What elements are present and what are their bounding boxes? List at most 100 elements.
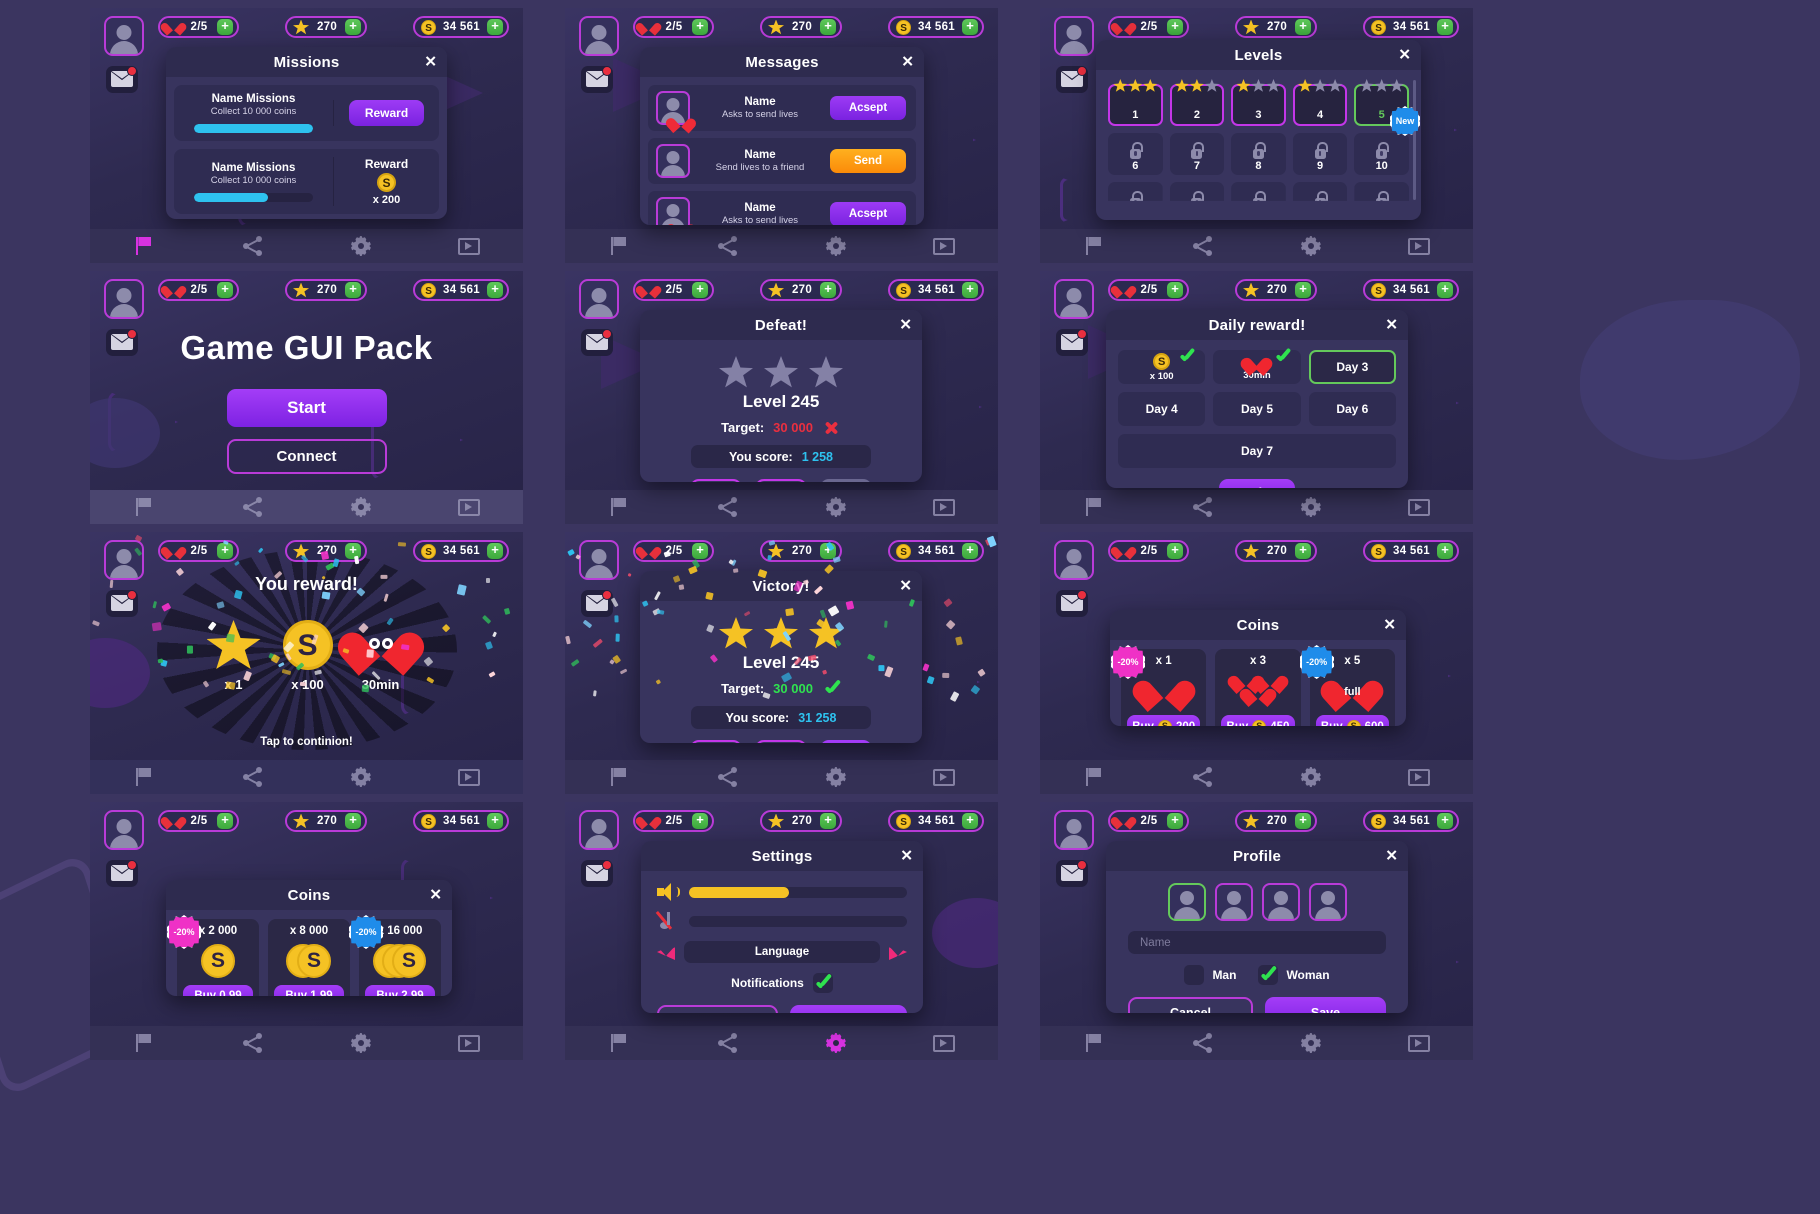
- level-cell-13[interactable]: 13: [1231, 182, 1286, 201]
- mail-icon[interactable]: [106, 329, 138, 356]
- buy-button[interactable]: Buy 1,99: [274, 985, 344, 996]
- stars-chip[interactable]: 270 +: [1235, 16, 1318, 38]
- nav-gear-icon[interactable]: [1301, 497, 1321, 517]
- save-button[interactable]: Save: [1265, 997, 1386, 1013]
- mail-icon[interactable]: [106, 590, 138, 617]
- nav-gear-icon[interactable]: [351, 767, 371, 787]
- lives-chip[interactable]: 2/5 +: [158, 810, 239, 832]
- avatar-option[interactable]: [1214, 883, 1253, 921]
- close-icon[interactable]: ✕: [900, 849, 913, 864]
- stars-add-button[interactable]: +: [345, 19, 362, 35]
- nav-video-icon[interactable]: [932, 237, 955, 255]
- nav-video-icon[interactable]: [1407, 498, 1430, 516]
- nav-video-icon[interactable]: [457, 768, 480, 786]
- mail-icon[interactable]: [1056, 590, 1088, 617]
- mail-icon[interactable]: [1056, 860, 1088, 887]
- nav-flag-icon[interactable]: [1083, 236, 1105, 256]
- lives-add-button[interactable]: +: [217, 543, 233, 559]
- mail-icon[interactable]: [581, 860, 613, 887]
- close-icon[interactable]: ✕: [901, 55, 914, 70]
- level-cell-3[interactable]: 3: [1231, 79, 1286, 126]
- coins-add-button[interactable]: +: [1437, 282, 1454, 298]
- nav-gear-icon[interactable]: [351, 1033, 371, 1053]
- coins-add-button[interactable]: +: [487, 282, 504, 298]
- nav-gear-icon[interactable]: [826, 497, 846, 517]
- shop-card[interactable]: -20% x 16 000 S Buy 2,99: [349, 915, 441, 996]
- coins-add-button[interactable]: +: [962, 543, 979, 559]
- cancel-button[interactable]: Cancel: [657, 1005, 778, 1013]
- nav-gear-icon[interactable]: [1301, 1033, 1321, 1053]
- restart-button[interactable]: [755, 740, 807, 743]
- stars-add-button[interactable]: +: [1295, 813, 1312, 829]
- lives-add-button[interactable]: +: [1167, 543, 1183, 559]
- gender-woman-option[interactable]: Woman: [1258, 965, 1330, 985]
- coins-chip[interactable]: S 34 561 +: [413, 16, 510, 38]
- lives-chip[interactable]: 2/5 +: [158, 16, 239, 38]
- stars-chip[interactable]: 270 +: [1235, 810, 1318, 832]
- message-row[interactable]: Name Asks to send lives Acsept: [648, 85, 916, 131]
- stars-chip[interactable]: 270 +: [285, 540, 368, 562]
- send-button[interactable]: Send: [830, 149, 906, 173]
- daily-cell[interactable]: Day 6: [1308, 392, 1396, 426]
- next-button[interactable]: [820, 740, 872, 743]
- gender-man-option[interactable]: Man: [1184, 965, 1236, 985]
- stars-chip[interactable]: 270 +: [285, 16, 368, 38]
- stars-chip[interactable]: 270 +: [1235, 279, 1318, 301]
- stars-chip[interactable]: 270 +: [285, 279, 368, 301]
- avatar-option[interactable]: [1308, 883, 1347, 921]
- nav-share-icon[interactable]: [1192, 767, 1214, 787]
- mail-icon[interactable]: [106, 66, 138, 93]
- nav-flag-icon[interactable]: [608, 767, 630, 787]
- nav-flag-icon[interactable]: [133, 236, 155, 256]
- lives-add-button[interactable]: +: [692, 543, 708, 559]
- level-cell-2[interactable]: 2: [1169, 79, 1225, 126]
- music-slider[interactable]: [689, 915, 907, 927]
- nav-flag-icon[interactable]: [1083, 497, 1105, 517]
- nav-video-icon[interactable]: [932, 1034, 955, 1052]
- connect-button[interactable]: Connect: [226, 439, 387, 474]
- nav-video-icon[interactable]: [457, 1034, 480, 1052]
- nav-video-icon[interactable]: [932, 768, 955, 786]
- daily-cell-claimed[interactable]: S x 100: [1118, 350, 1206, 384]
- menu-button[interactable]: [690, 740, 742, 743]
- coins-chip[interactable]: S 34 561 +: [888, 279, 985, 301]
- close-icon[interactable]: ✕: [1385, 849, 1398, 864]
- nav-gear-icon[interactable]: [351, 497, 371, 517]
- menu-button[interactable]: [690, 479, 742, 482]
- shop-card[interactable]: x 3 Buy S 450: [1215, 649, 1301, 726]
- coins-chip[interactable]: S 34 561 +: [1363, 16, 1460, 38]
- close-icon[interactable]: ✕: [429, 888, 442, 903]
- scrollbar[interactable]: [1413, 80, 1416, 200]
- coins-chip[interactable]: S 34 561 +: [413, 810, 510, 832]
- sound-slider[interactable]: [689, 886, 907, 898]
- mission-row[interactable]: Name Missions Collect 10 000 coins Rewar…: [174, 85, 439, 141]
- lives-chip[interactable]: 2/5 +: [633, 16, 714, 38]
- stars-add-button[interactable]: +: [1295, 19, 1312, 35]
- nav-video-icon[interactable]: [457, 498, 480, 516]
- coins-chip[interactable]: S 34 561 +: [1363, 540, 1460, 562]
- nav-video-icon[interactable]: [932, 498, 955, 516]
- level-cell-10[interactable]: 10: [1354, 133, 1409, 175]
- nav-share-icon[interactable]: [717, 1033, 739, 1053]
- lives-add-button[interactable]: +: [217, 813, 233, 829]
- nav-video-icon[interactable]: [1407, 1034, 1430, 1052]
- accept-button[interactable]: Acsept: [830, 96, 906, 120]
- close-icon[interactable]: ✕: [1385, 318, 1398, 333]
- stars-chip[interactable]: 270 +: [760, 279, 843, 301]
- buy-button[interactable]: Buy S 200: [1127, 715, 1201, 726]
- language-select[interactable]: Language: [684, 941, 880, 963]
- nav-flag-icon[interactable]: [1083, 767, 1105, 787]
- avatar-option[interactable]: [1167, 883, 1206, 921]
- mail-icon[interactable]: [1056, 66, 1088, 93]
- nav-video-icon[interactable]: [1407, 768, 1430, 786]
- mail-icon[interactable]: [581, 590, 613, 617]
- speaker-icon[interactable]: [657, 883, 680, 901]
- coins-add-button[interactable]: +: [1437, 19, 1454, 35]
- nav-share-icon[interactable]: [1192, 1033, 1214, 1053]
- stars-chip[interactable]: 270 +: [285, 810, 368, 832]
- buy-button[interactable]: Buy 0,99: [183, 985, 253, 996]
- nav-share-icon[interactable]: [717, 767, 739, 787]
- level-cell-1[interactable]: 1: [1108, 79, 1163, 126]
- nav-gear-icon[interactable]: [826, 767, 846, 787]
- nav-video-icon[interactable]: [457, 237, 480, 255]
